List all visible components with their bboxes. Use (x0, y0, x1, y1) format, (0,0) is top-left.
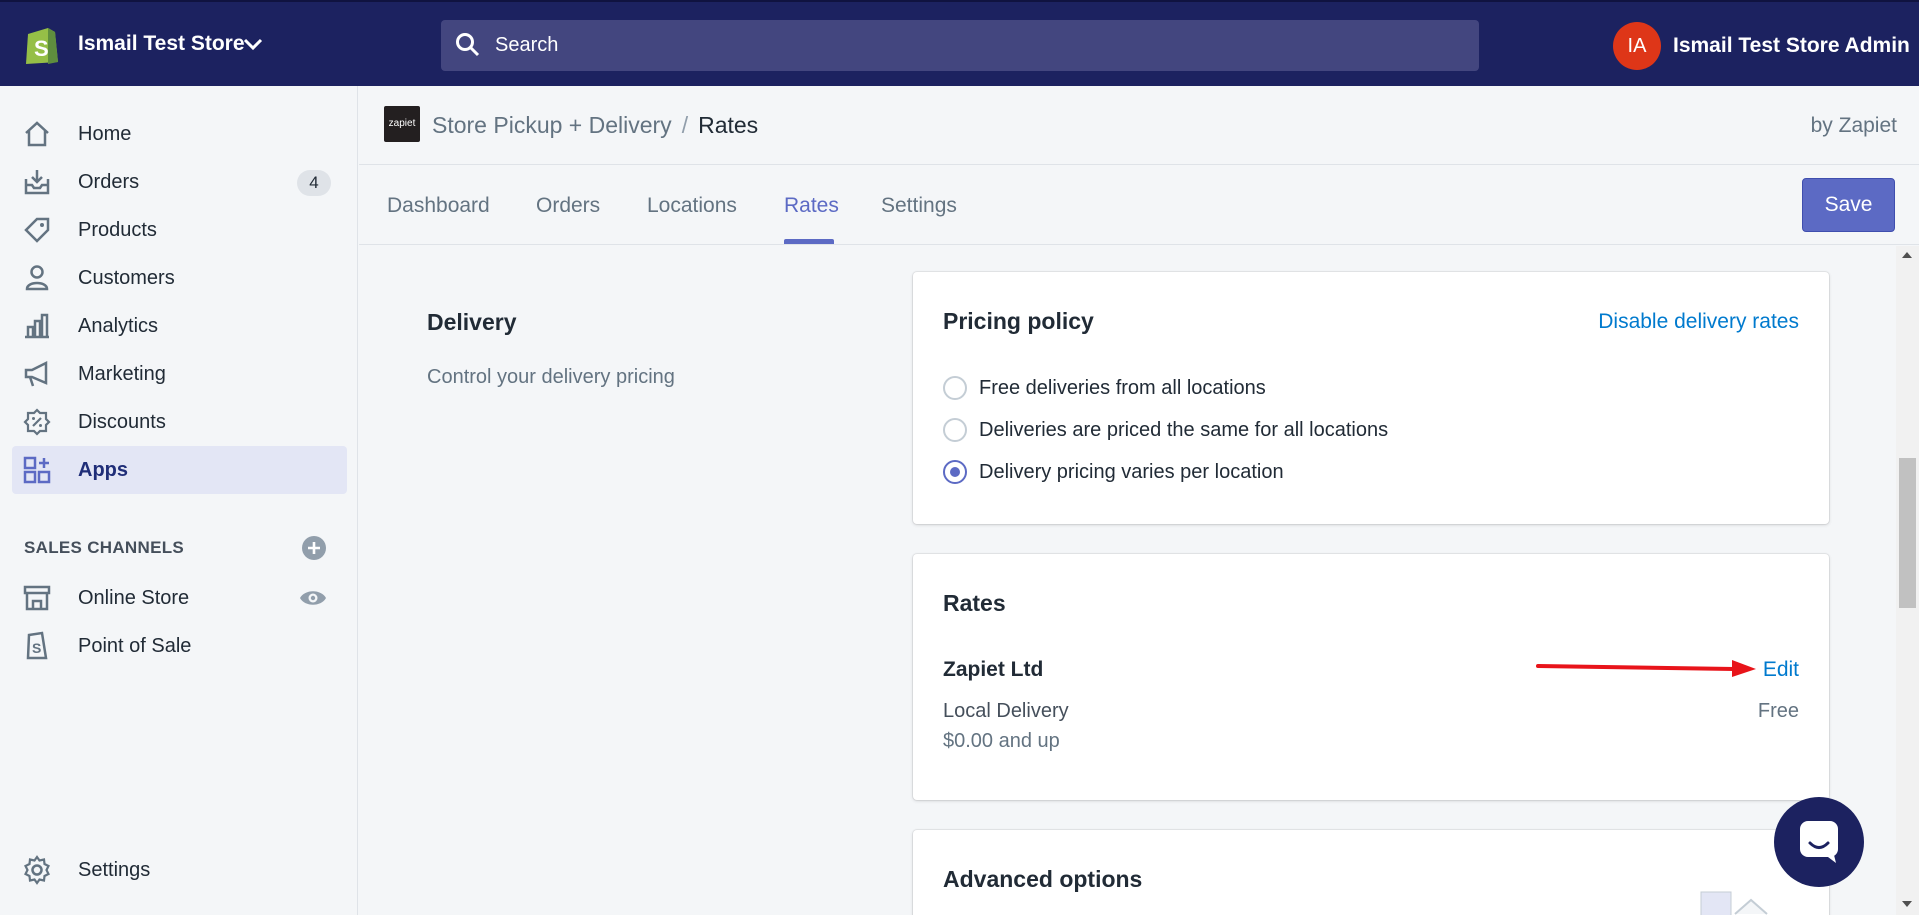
orders-count-badge: 4 (297, 170, 331, 196)
pricing-policy-title: Pricing policy (943, 308, 1094, 334)
chat-icon (1800, 821, 1838, 863)
disable-delivery-rates-link[interactable]: Disable delivery rates (1598, 310, 1799, 334)
search-bar[interactable]: Search (441, 20, 1479, 71)
tab-locations[interactable]: Locations (647, 194, 737, 218)
gear-icon (24, 855, 50, 885)
shopify-logo-icon[interactable]: S (22, 24, 60, 66)
sidebar-item-discounts[interactable]: Discounts (12, 398, 347, 446)
main-content: Delivery Control your delivery pricing P… (359, 246, 1899, 915)
tab-settings[interactable]: Settings (881, 194, 957, 218)
radio-same-pricing[interactable] (943, 418, 967, 442)
rate-location-name: Zapiet Ltd (943, 658, 1044, 681)
rate-method: Local Delivery (943, 700, 1069, 722)
radio-free-deliveries[interactable] (943, 376, 967, 400)
advanced-options-card: Advanced options (913, 830, 1829, 915)
pos-icon: S (26, 631, 48, 660)
add-sales-channel-icon[interactable] (300, 534, 328, 562)
megaphone-icon (24, 360, 48, 387)
chevron-down-icon[interactable] (242, 36, 264, 52)
sidebar-item-label: Online Store (78, 587, 190, 609)
discount-icon (23, 408, 51, 436)
edit-rate-link[interactable]: Edit (1763, 658, 1799, 682)
home-icon (25, 121, 49, 147)
store-name[interactable]: Ismail Test Store (78, 32, 245, 56)
tabs-bar: Dashboard Orders Locations Rates Setting… (359, 166, 1919, 245)
sidebar-item-label: Analytics (78, 315, 159, 337)
top-bar: S Ismail Test Store Search IA Ismail Tes… (0, 0, 1919, 86)
breadcrumb-separator: / (681, 112, 689, 138)
breadcrumb: Store Pickup + Delivery / Rates (432, 112, 758, 139)
admin-name[interactable]: Ismail Test Store Admin (1673, 34, 1910, 58)
bar-chart-icon (25, 313, 49, 339)
sidebar-item-label: Orders (78, 171, 140, 193)
illustration-icon (1700, 891, 1768, 915)
chat-launcher-button[interactable] (1774, 797, 1864, 887)
apps-icon (23, 456, 51, 484)
rate-condition: $0.00 and up (943, 730, 1060, 752)
radio-label[interactable]: Delivery pricing varies per location (979, 461, 1284, 484)
sidebar-item-label: Point of Sale (78, 635, 192, 657)
sidebar-item-orders[interactable]: Orders 4 (12, 158, 347, 206)
sidebar-item-products[interactable]: Products (12, 206, 347, 254)
sidebar-item-label: Settings (78, 859, 151, 881)
delivery-section-title: Delivery (427, 309, 517, 335)
sidebar: Home Orders 4 Products Customers Analyti… (0, 86, 358, 915)
sidebar-item-label: Discounts (78, 411, 166, 433)
search-input[interactable]: Search (495, 34, 558, 57)
sidebar-item-label: Products (78, 219, 157, 241)
sidebar-item-home[interactable]: Home (12, 110, 347, 158)
sidebar-item-analytics[interactable]: Analytics (12, 302, 347, 350)
annotation-arrow-icon (1536, 660, 1756, 677)
search-icon (456, 33, 480, 57)
sidebar-item-label: Home (78, 123, 132, 145)
breadcrumb-parent[interactable]: Store Pickup + Delivery (432, 112, 672, 138)
orders-icon (24, 170, 50, 195)
sidebar-item-apps[interactable]: Apps (12, 446, 347, 494)
pricing-policy-card: Pricing policy Disable delivery rates Fr… (913, 272, 1829, 524)
sales-channels-heading: SALES CHANNELS (24, 538, 185, 557)
sidebar-item-label: Marketing (78, 363, 166, 385)
scrollbar[interactable] (1896, 246, 1919, 915)
tab-orders[interactable]: Orders (536, 194, 600, 218)
svg-text:S: S (34, 36, 49, 61)
sidebar-item-label: Apps (78, 459, 128, 481)
eye-icon[interactable] (299, 588, 327, 608)
avatar[interactable]: IA (1613, 22, 1661, 70)
svg-text:S: S (32, 640, 41, 656)
active-tab-indicator (784, 239, 834, 244)
sidebar-item-customers[interactable]: Customers (12, 254, 347, 302)
radio-label[interactable]: Deliveries are priced the same for all l… (979, 419, 1388, 442)
sidebar-item-online-store[interactable]: Online Store (12, 574, 347, 622)
delivery-section-description: Control your delivery pricing (427, 366, 675, 388)
radio-label[interactable]: Free deliveries from all locations (979, 377, 1266, 400)
tab-dashboard[interactable]: Dashboard (387, 194, 490, 218)
sidebar-item-settings[interactable]: Settings (12, 846, 347, 894)
rate-price: Free (1757, 700, 1799, 722)
scrollbar-thumb[interactable] (1899, 458, 1916, 608)
store-icon (23, 585, 51, 611)
rates-card-title: Rates (943, 590, 1006, 616)
sidebar-item-point-of-sale[interactable]: S Point of Sale (12, 622, 347, 670)
by-line: by Zapiet (1810, 114, 1897, 137)
breadcrumb-current: Rates (698, 112, 759, 138)
scroll-down-icon[interactable] (1902, 901, 1912, 907)
zapiet-logo: zapiet (384, 106, 420, 142)
save-button[interactable]: Save (1802, 178, 1895, 232)
scroll-up-icon[interactable] (1902, 252, 1912, 258)
app-header: zapiet Store Pickup + Delivery / Rates by … (359, 86, 1919, 165)
sidebar-item-marketing[interactable]: Marketing (12, 350, 347, 398)
sidebar-item-label: Customers (78, 267, 175, 289)
person-icon (25, 265, 49, 291)
tag-icon (24, 217, 50, 243)
radio-varies-per-location[interactable] (943, 460, 967, 484)
tab-rates[interactable]: Rates (784, 194, 839, 218)
advanced-options-title: Advanced options (943, 866, 1143, 892)
